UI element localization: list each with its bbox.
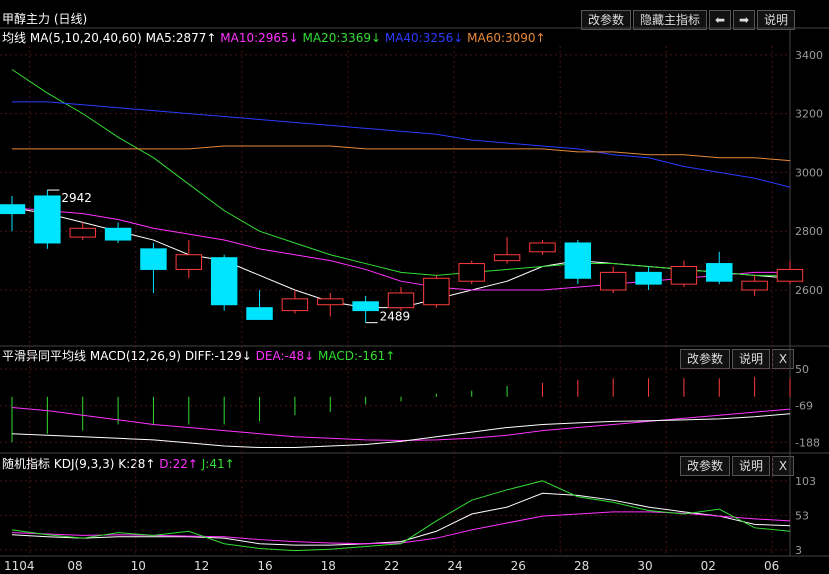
x-tick-label: 18: [321, 559, 336, 573]
macd-y-tick-label: 50: [795, 363, 809, 376]
x-tick-label: 02: [701, 559, 716, 573]
kdj-y-tick-label: 53: [795, 509, 809, 522]
candle: [458, 263, 485, 282]
x-tick-label: 30: [637, 559, 652, 573]
candle: [529, 242, 556, 253]
candle: [317, 298, 344, 306]
y-tick-label: 3200: [795, 108, 823, 121]
candle: [776, 268, 804, 282]
x-tick-label: 16: [257, 559, 272, 573]
candle: [706, 263, 733, 282]
y-tick-label: 3000: [795, 166, 823, 179]
candle: [140, 248, 167, 270]
candle: [564, 242, 592, 279]
y-tick-label: 2800: [795, 225, 823, 238]
x-tick-label: 26: [511, 559, 526, 573]
y-tick-label: 2600: [795, 284, 823, 297]
y-tick-label: 3400: [795, 49, 823, 62]
x-tick-label: 28: [574, 559, 589, 573]
x-tick-label: 08: [67, 559, 82, 573]
candle: [34, 195, 61, 244]
ma60-line: [12, 145, 791, 162]
kdj-ma10-line: [11, 511, 791, 545]
candle: [0, 204, 26, 215]
candle: [493, 254, 521, 262]
candle: [69, 227, 96, 238]
candle: [423, 277, 450, 306]
x-tick-label: 12: [194, 559, 209, 573]
ma40-line: [12, 101, 791, 188]
candle: [599, 271, 627, 291]
candle: [246, 307, 273, 320]
macd-ma10-line: [11, 407, 791, 441]
x-tick-label: 24: [447, 559, 462, 573]
x-tick-label: 1104: [4, 559, 35, 573]
candle: [210, 257, 238, 306]
annotation-label: 2942: [61, 191, 92, 205]
x-tick-label: 06: [764, 559, 779, 573]
candle: [281, 298, 309, 312]
x-tick-label: 10: [131, 559, 146, 573]
candle: [670, 266, 698, 285]
kdj-y-tick-label: 103: [795, 475, 816, 488]
chart-canvas: 260028003000320034002942248950-69-188103…: [0, 27, 829, 573]
kdj-ma5-line: [11, 492, 791, 546]
candle: [175, 254, 203, 270]
candle: [635, 271, 662, 285]
x-tick-label: 22: [384, 559, 399, 573]
candle: [387, 292, 415, 309]
kdj-y-tick-label: 3: [795, 544, 802, 557]
candle: [741, 280, 768, 291]
annotation-label: 2489: [380, 310, 411, 324]
macd-y-tick-label: -69: [795, 400, 813, 413]
macd-y-tick-label: -188: [795, 436, 820, 449]
candle: [352, 301, 379, 312]
candle: [104, 227, 132, 241]
